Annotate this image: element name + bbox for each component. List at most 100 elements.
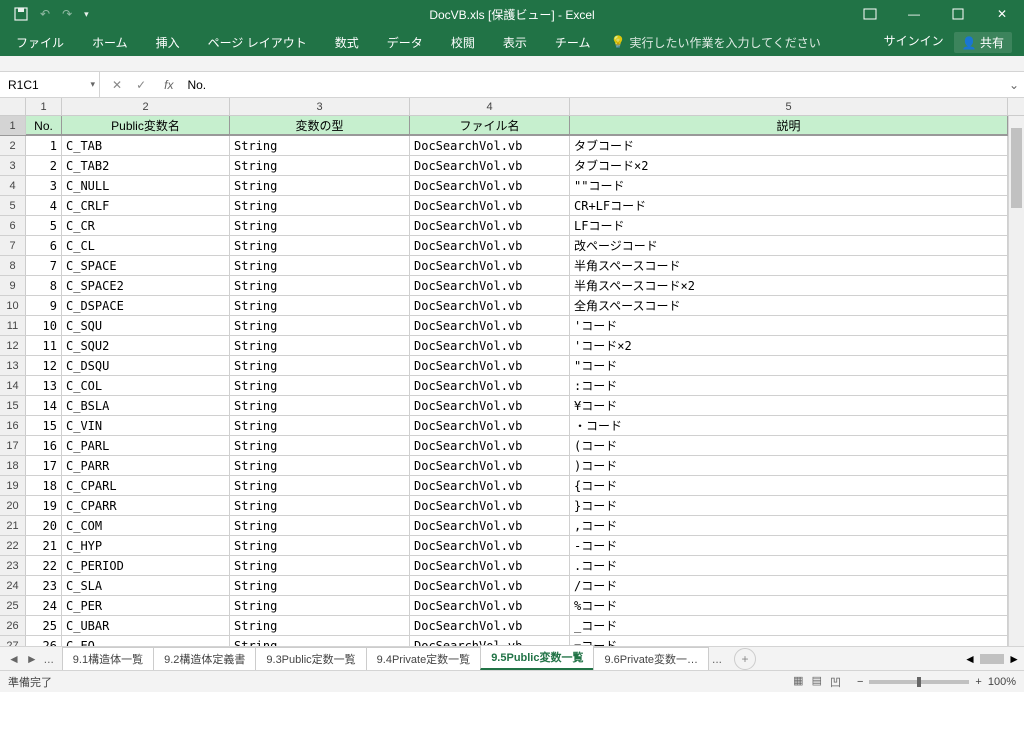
row-header[interactable]: 9	[0, 276, 26, 295]
cell[interactable]: String	[230, 476, 410, 495]
cell[interactable]: C_SPACE	[62, 256, 230, 275]
cell[interactable]: String	[230, 356, 410, 375]
cell[interactable]: String	[230, 196, 410, 215]
cell[interactable]: C_SLA	[62, 576, 230, 595]
cell[interactable]: 10	[26, 316, 62, 335]
column-header[interactable]: 5	[570, 98, 1008, 115]
cell[interactable]: C_SQU2	[62, 336, 230, 355]
zoom-out-icon[interactable]: −	[857, 676, 863, 688]
cell[interactable]: C_EQ	[62, 636, 230, 646]
add-sheet-button[interactable]: +	[734, 648, 756, 670]
cell[interactable]: DocSearchVol.vb	[410, 536, 570, 555]
cell[interactable]: ・コード	[570, 416, 1008, 435]
cell[interactable]: _コード	[570, 616, 1008, 635]
cell[interactable]: C_SQU	[62, 316, 230, 335]
cell[interactable]: String	[230, 376, 410, 395]
cell[interactable]: DocSearchVol.vb	[410, 476, 570, 495]
row-header[interactable]: 20	[0, 496, 26, 515]
cell[interactable]: C_CL	[62, 236, 230, 255]
chevron-down-icon[interactable]: ▾	[90, 79, 95, 90]
cell[interactable]: タブコード	[570, 136, 1008, 155]
row-header[interactable]: 16	[0, 416, 26, 435]
cell[interactable]: DocSearchVol.vb	[410, 576, 570, 595]
row-header[interactable]: 24	[0, 576, 26, 595]
cell[interactable]: 半角スペースコード×2	[570, 276, 1008, 295]
cell[interactable]: String	[230, 456, 410, 475]
cell[interactable]: 26	[26, 636, 62, 646]
fx-label[interactable]: fx	[158, 78, 179, 92]
cell[interactable]: String	[230, 136, 410, 155]
cell[interactable]: String	[230, 516, 410, 535]
cell[interactable]: 半角スペースコード	[570, 256, 1008, 275]
cell[interactable]: 4	[26, 196, 62, 215]
cell[interactable]: String	[230, 596, 410, 615]
cell[interactable]: String	[230, 316, 410, 335]
cell[interactable]: DocSearchVol.vb	[410, 136, 570, 155]
cell[interactable]: String	[230, 256, 410, 275]
cell[interactable]: 18	[26, 476, 62, 495]
row-header[interactable]: 14	[0, 376, 26, 395]
cell[interactable]: 5	[26, 216, 62, 235]
cell[interactable]: String	[230, 576, 410, 595]
row-header[interactable]: 23	[0, 556, 26, 575]
sheet-tab[interactable]: 9.1構造体一覧	[62, 647, 154, 670]
cell[interactable]: :コード	[570, 376, 1008, 395]
zoom-level[interactable]: 100%	[988, 676, 1016, 688]
cell[interactable]: String	[230, 296, 410, 315]
sheet-tab[interactable]: 9.5Public変数一覧	[480, 645, 594, 670]
cell[interactable]: C_HYP	[62, 536, 230, 555]
scroll-left-icon[interactable]: ◄	[964, 652, 976, 666]
close-icon[interactable]: ✕	[980, 0, 1024, 28]
cell[interactable]: 11	[26, 336, 62, 355]
cell[interactable]: Public変数名	[62, 116, 230, 135]
row-header[interactable]: 4	[0, 176, 26, 195]
cell[interactable]: C_PARL	[62, 436, 230, 455]
cell[interactable]: /コード	[570, 576, 1008, 595]
cell[interactable]: 2	[26, 156, 62, 175]
row-header[interactable]: 18	[0, 456, 26, 475]
cell[interactable]: 7	[26, 256, 62, 275]
cell[interactable]: String	[230, 216, 410, 235]
cell[interactable]: String	[230, 416, 410, 435]
cell[interactable]: 22	[26, 556, 62, 575]
row-header[interactable]: 1	[0, 116, 26, 135]
cell[interactable]: DocSearchVol.vb	[410, 236, 570, 255]
cell[interactable]: C_TAB	[62, 136, 230, 155]
cell[interactable]: DocSearchVol.vb	[410, 516, 570, 535]
ribbon-tab[interactable]: 表示	[489, 28, 541, 56]
ribbon-tab[interactable]: チーム	[541, 28, 605, 56]
cell[interactable]: C_NULL	[62, 176, 230, 195]
cell[interactable]: 24	[26, 596, 62, 615]
cell[interactable]: 20	[26, 516, 62, 535]
share-button[interactable]: 👤 共有	[954, 32, 1012, 53]
cell[interactable]: 'コード	[570, 316, 1008, 335]
ribbon-tab[interactable]: データ	[373, 28, 437, 56]
row-header[interactable]: 5	[0, 196, 26, 215]
cell[interactable]: {コード	[570, 476, 1008, 495]
cell[interactable]: 6	[26, 236, 62, 255]
more-sheets-left[interactable]: ...	[44, 652, 54, 666]
cell[interactable]: タブコード×2	[570, 156, 1008, 175]
cell[interactable]: String	[230, 336, 410, 355]
row-header[interactable]: 13	[0, 356, 26, 375]
row-header[interactable]: 11	[0, 316, 26, 335]
cell[interactable]: DocSearchVol.vb	[410, 356, 570, 375]
qat-dropdown-icon[interactable]: ▾	[84, 9, 89, 20]
cell[interactable]: 9	[26, 296, 62, 315]
cell[interactable]: LFコード	[570, 216, 1008, 235]
cancel-icon[interactable]: ✕	[112, 78, 122, 92]
cell[interactable]: DocSearchVol.vb	[410, 456, 570, 475]
cell[interactable]: .コード	[570, 556, 1008, 575]
scroll-right-icon[interactable]: ►	[1008, 652, 1020, 666]
cell[interactable]: 12	[26, 356, 62, 375]
cell[interactable]: String	[230, 436, 410, 455]
cell[interactable]: (コード	[570, 436, 1008, 455]
cell[interactable]: "コード	[570, 356, 1008, 375]
cell[interactable]: DocSearchVol.vb	[410, 296, 570, 315]
cell[interactable]: DocSearchVol.vb	[410, 336, 570, 355]
cell[interactable]: String	[230, 276, 410, 295]
cell[interactable]: C_UBAR	[62, 616, 230, 635]
column-header[interactable]: 4	[410, 98, 570, 115]
cell[interactable]: DocSearchVol.vb	[410, 436, 570, 455]
cell[interactable]: C_PER	[62, 596, 230, 615]
